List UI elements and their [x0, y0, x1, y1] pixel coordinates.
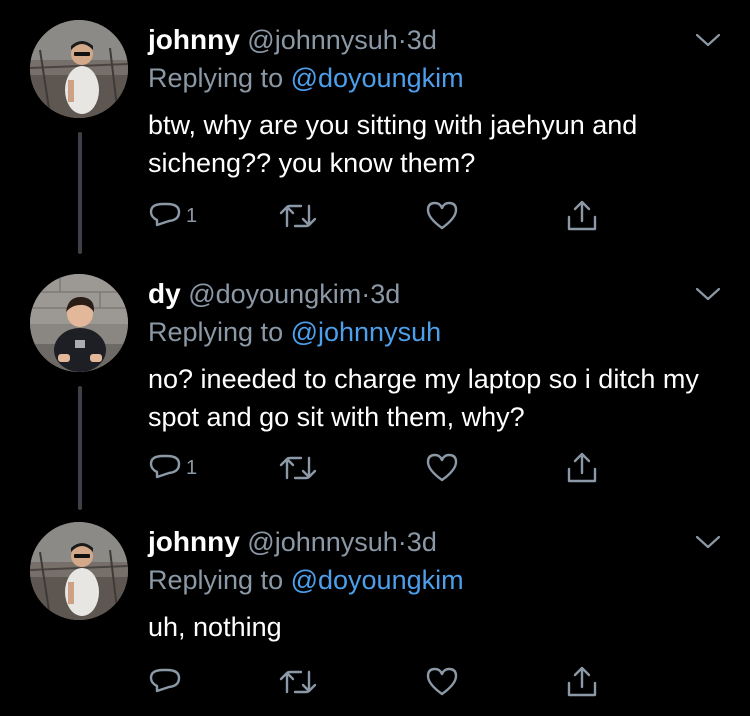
timestamp[interactable]: 3d — [407, 25, 437, 55]
separator-dot: · — [397, 527, 407, 557]
chevron-down-icon[interactable] — [694, 286, 722, 304]
tweet-header: johnny @johnnysuh·3d — [148, 20, 437, 60]
replying-to-label: Replying to — [148, 565, 291, 595]
share-icon — [567, 666, 597, 697]
like-icon — [426, 453, 458, 482]
chevron-down-icon[interactable] — [694, 32, 722, 50]
tweet[interactable]: dy @doyoungkim·3d Replying to @johnnysuh… — [0, 274, 750, 494]
reply-icon — [149, 202, 181, 227]
like-button[interactable] — [424, 196, 460, 236]
like-button[interactable] — [424, 662, 460, 702]
tweet-text: uh, nothing — [148, 612, 282, 642]
like-button[interactable] — [424, 448, 460, 488]
share-button[interactable] — [564, 196, 600, 236]
display-name[interactable]: johnny — [148, 526, 240, 557]
replying-to-line: Replying to @doyoungkim — [148, 562, 464, 598]
user-handle[interactable]: @johnnysuh — [247, 527, 398, 557]
timestamp[interactable]: 3d — [407, 527, 437, 557]
share-icon — [567, 200, 597, 231]
tweet-text: no? ineeded to charge my laptop so i dit… — [148, 364, 699, 432]
reply-count: 1 — [186, 456, 198, 479]
user-handle[interactable]: @johnnysuh — [247, 25, 398, 55]
tweet-header: johnny @johnnysuh·3d — [148, 522, 437, 562]
like-icon — [426, 667, 458, 696]
reply-count: 1 — [186, 204, 198, 227]
retweet-button[interactable] — [278, 662, 318, 702]
timestamp[interactable]: 3d — [370, 279, 400, 309]
separator-dot: · — [361, 279, 371, 309]
replying-to-line: Replying to @johnnysuh — [148, 314, 441, 350]
tweet-header: dy @doyoungkim·3d — [148, 274, 400, 314]
display-name[interactable]: dy — [148, 278, 181, 309]
share-button[interactable] — [564, 662, 600, 702]
retweet-icon — [279, 670, 317, 694]
action-bar: 1 — [148, 196, 618, 236]
tweet[interactable]: johnny @johnnysuh·3d Replying to @doyoun… — [0, 522, 750, 716]
tweet-text: btw, why are you sitting with jaehyun an… — [148, 110, 638, 178]
avatar[interactable] — [30, 522, 128, 620]
reply-button[interactable] — [148, 662, 186, 702]
display-name[interactable]: johnny — [148, 24, 240, 55]
mention-link[interactable]: @doyoungkim — [291, 565, 464, 595]
replying-to-line: Replying to @doyoungkim — [148, 60, 464, 96]
reply-button[interactable]: 1 — [148, 196, 197, 236]
retweet-icon — [279, 456, 317, 480]
user-handle[interactable]: @doyoungkim — [188, 279, 361, 309]
share-icon — [567, 452, 597, 483]
retweet-button[interactable] — [278, 448, 318, 488]
mention-link[interactable]: @doyoungkim — [291, 63, 464, 93]
mention-link[interactable]: @johnnysuh — [291, 317, 442, 347]
retweet-icon — [279, 204, 317, 228]
separator-dot: · — [397, 25, 407, 55]
action-bar: 1 — [148, 448, 618, 488]
action-bar — [148, 662, 618, 702]
reply-button[interactable]: 1 — [148, 448, 197, 488]
like-icon — [426, 201, 458, 230]
retweet-button[interactable] — [278, 196, 318, 236]
replying-to-label: Replying to — [148, 317, 291, 347]
replying-to-label: Replying to — [148, 63, 291, 93]
share-button[interactable] — [564, 448, 600, 488]
avatar[interactable] — [30, 20, 128, 118]
reply-icon — [149, 668, 181, 693]
avatar[interactable] — [30, 274, 128, 372]
tweet[interactable]: johnny @johnnysuh·3d Replying to @doyoun… — [0, 20, 750, 240]
reply-icon — [149, 454, 181, 479]
chevron-down-icon[interactable] — [694, 534, 722, 552]
